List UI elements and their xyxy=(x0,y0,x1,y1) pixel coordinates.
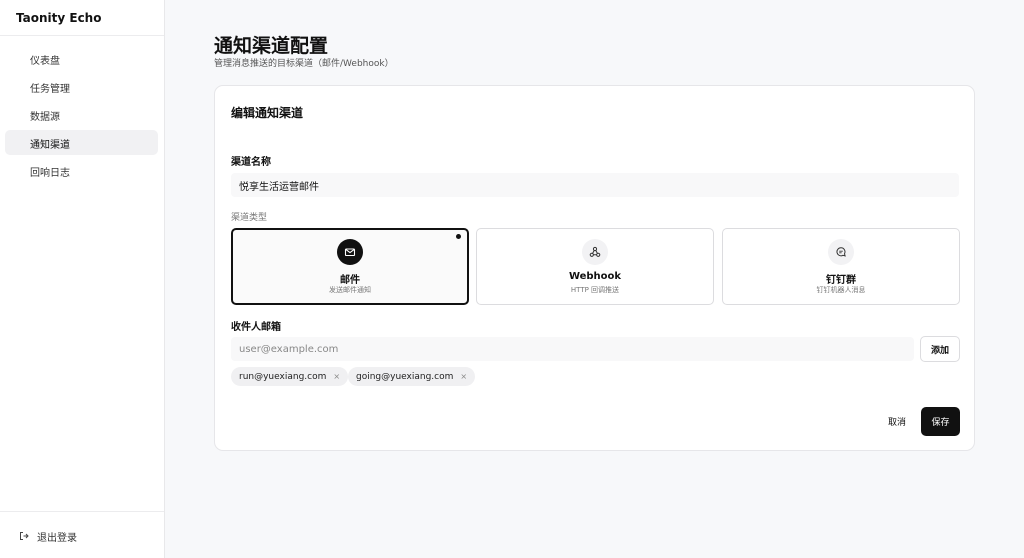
recipient-email: going@yuexiang.com xyxy=(356,371,454,382)
remove-recipient-icon[interactable]: × xyxy=(333,372,340,381)
recipient-chip: run@yuexiang.com × xyxy=(231,367,349,386)
type-desc: HTTP 回调推送 xyxy=(570,286,620,294)
type-option-webhook[interactable]: Webhook HTTP 回调推送 xyxy=(476,228,714,305)
selected-indicator xyxy=(456,234,461,239)
sidebar-item-tasks[interactable]: 任务管理 xyxy=(5,74,158,99)
page-subtitle: 管理消息推送的目标渠道（邮件/Webhook） xyxy=(214,59,394,69)
type-option-email[interactable]: 邮件 发送邮件通知 xyxy=(231,228,469,305)
channel-name-label: 渠道名称 xyxy=(231,157,271,168)
type-name: 钉钉群 xyxy=(826,275,856,286)
sidebar-nav: 仪表盘 任务管理 数据源 通知渠道 回响日志 xyxy=(0,36,164,183)
type-name: Webhook xyxy=(568,271,622,282)
chat-icon xyxy=(828,239,854,265)
type-desc: 钉钉机器人消息 xyxy=(816,286,866,294)
recipient-email-input[interactable] xyxy=(231,337,914,361)
remove-recipient-icon[interactable]: × xyxy=(460,372,467,381)
sidebar-item-dashboard[interactable]: 仪表盘 xyxy=(5,46,158,71)
sidebar-item-datasources[interactable]: 数据源 xyxy=(5,102,158,127)
recipient-email: run@yuexiang.com xyxy=(239,371,327,382)
channel-name-input[interactable] xyxy=(231,173,959,197)
type-name: 邮件 xyxy=(340,275,360,286)
logout-icon xyxy=(19,531,31,544)
recipients-label: 收件人邮箱 xyxy=(231,322,281,333)
add-recipient-button[interactable]: 添加 xyxy=(920,336,960,362)
cancel-button[interactable]: 取消 xyxy=(877,412,917,430)
logout-button[interactable]: 退出登录 xyxy=(0,511,164,558)
sidebar-item-channels[interactable]: 通知渠道 xyxy=(5,130,158,155)
brand-name: Taonity Echo xyxy=(0,0,164,36)
type-desc: 发送邮件通知 xyxy=(329,286,371,294)
save-button[interactable]: 保存 xyxy=(921,407,960,436)
page-title: 通知渠道配置 xyxy=(214,35,329,57)
webhook-icon xyxy=(582,239,608,265)
recipient-chip: going@yuexiang.com × xyxy=(348,367,476,386)
channel-type-label: 渠道类型 xyxy=(231,213,268,223)
card-title: 编辑通知渠道 xyxy=(231,106,304,120)
sidebar: Taonity Echo 仪表盘 任务管理 数据源 通知渠道 回响日志 退出登录 xyxy=(0,0,165,558)
channel-edit-card: 编辑通知渠道 渠道名称 渠道类型 邮件 发送邮件通知 Webhook HTTP … xyxy=(214,85,975,451)
mail-icon xyxy=(337,239,363,265)
sidebar-item-logs[interactable]: 回响日志 xyxy=(5,158,158,183)
logout-label: 退出登录 xyxy=(37,533,77,544)
type-option-dingtalk[interactable]: 钉钉群 钉钉机器人消息 xyxy=(722,228,960,305)
